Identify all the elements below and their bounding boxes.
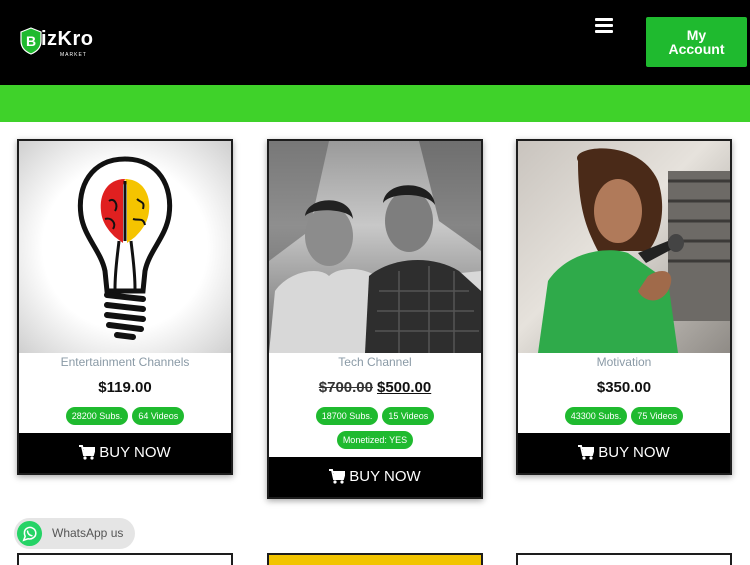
subscribers-badge: 43300 Subs. [564,407,628,425]
monetized-badge: Monetized: YES [336,431,414,449]
product-price: $700.00 $500.00 [269,379,481,399]
shield-logo-icon: B [20,27,42,55]
buy-now-label: BUY NOW [349,468,421,485]
cart-icon [578,445,596,460]
photo-singer [538,148,730,353]
whatsapp-label: WhatsApp us [52,526,124,540]
product-card[interactable]: Entertainment Channels $119.00 28200 Sub… [17,139,233,475]
product-image-singer[interactable] [518,141,730,353]
cart-icon [79,445,97,460]
hamburger-menu-icon[interactable] [592,16,616,36]
product-price: $350.00 [518,379,730,399]
top-navbar: B izKro MARKET My Account [0,0,750,85]
product-category[interactable]: Motivation [518,355,730,371]
buy-now-button[interactable]: BUY NOW [518,433,730,473]
videos-badge: 64 Videos [132,407,185,425]
buy-now-label: BUY NOW [99,444,171,461]
badge-list: 28200 Subs. 64 Videos [19,407,231,431]
product-card-partial[interactable] [516,553,732,565]
product-image-bulb[interactable] [19,141,231,353]
badge-list: 18700 Subs. 15 Videos Monetized: YES [269,407,481,455]
brain-bulb-illustration [77,156,173,340]
product-card[interactable]: Motivation $350.00 43300 Subs. 75 Videos … [516,139,732,475]
price-value: $119.00 [98,379,152,396]
my-account-button[interactable]: My Account [646,17,747,67]
photo-two-men [269,141,481,353]
videos-badge: 15 Videos [382,407,435,425]
subscribers-badge: 18700 Subs. [315,407,379,425]
product-card-partial[interactable] [17,553,233,565]
buy-now-button[interactable]: BUY NOW [19,433,231,473]
cart-icon [329,469,347,484]
account-label-line2: Account [668,41,725,57]
buy-now-label: BUY NOW [598,444,670,461]
videos-badge: 75 Videos [631,407,684,425]
price-value: $350.00 [596,379,652,396]
logo-text: izKro [41,28,94,50]
product-category[interactable]: Entertainment Channels [19,355,231,371]
product-price: $119.00 [19,379,231,399]
buy-now-button[interactable]: BUY NOW [269,457,481,497]
logo-letter: B [26,33,36,49]
product-card[interactable]: Tech Channel $700.00 $500.00 18700 Subs. 1… [267,139,483,499]
price-value: $500.00 [377,379,432,396]
product-category[interactable]: Tech Channel [269,355,481,371]
whatsapp-icon [16,520,43,547]
old-price: $700.00 [318,379,373,396]
bizkro-logo[interactable]: B izKro MARKET [20,27,110,59]
logo-subtitle: MARKET [60,52,87,58]
subscribers-badge: 28200 Subs. [65,407,129,425]
badge-list: 43300 Subs. 75 Videos [518,407,730,431]
whatsapp-button[interactable]: WhatsApp us [14,518,135,549]
product-image-two-men[interactable] [269,141,481,353]
product-card-partial[interactable] [267,553,483,565]
green-banner [0,85,750,122]
